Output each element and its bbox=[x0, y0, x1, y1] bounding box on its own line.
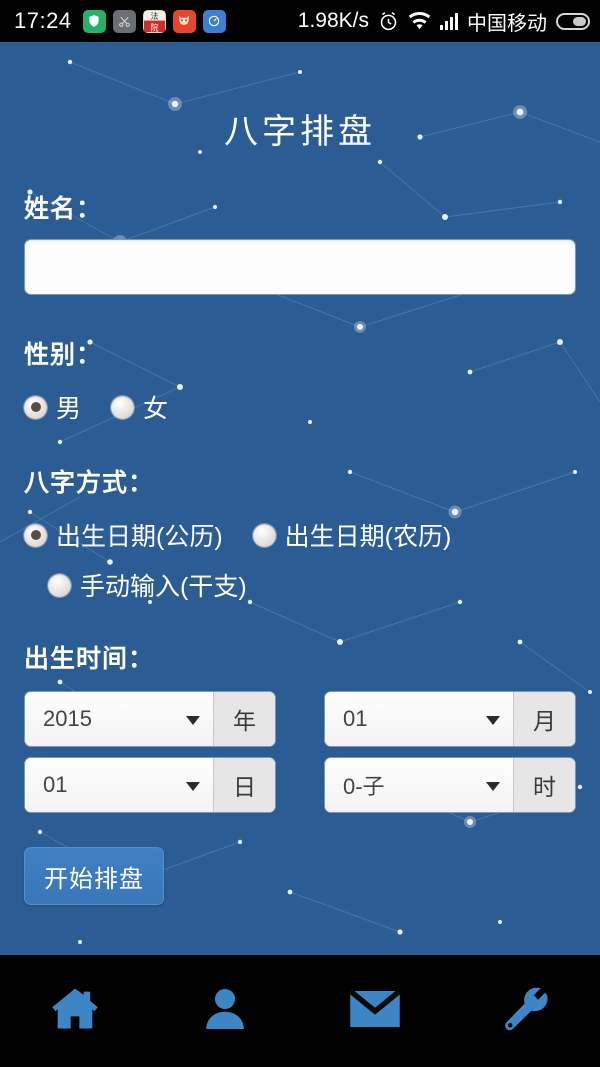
status-right-cluster: 1.98K/s 中国移动 bbox=[298, 7, 590, 36]
gender-option-male[interactable]: 男 bbox=[24, 389, 81, 425]
gender-radio-group: 男 女 bbox=[24, 389, 576, 425]
status-bar: 17:24 法院 1.98K/s 中国移动 bbox=[0, 0, 600, 42]
radio-dot-icon[interactable] bbox=[48, 573, 71, 597]
person-icon[interactable] bbox=[201, 985, 249, 1038]
mode-option-solar[interactable]: 出生日期(公历) bbox=[24, 517, 223, 553]
mode-option-manual-label: 手动输入(干支) bbox=[80, 573, 247, 601]
page-title: 八字排盘 bbox=[224, 113, 376, 151]
chevron-down-icon[interactable] bbox=[186, 782, 200, 791]
hour-select-wrap[interactable]: 0-子 时 bbox=[324, 757, 576, 813]
month-suffix: 月 bbox=[513, 692, 575, 746]
name-label: 姓名： bbox=[24, 195, 103, 223]
shield-app-icon bbox=[82, 9, 106, 33]
day-select-wrap[interactable]: 01 日 bbox=[24, 757, 276, 813]
nav-messages[interactable] bbox=[300, 955, 450, 1067]
hour-suffix: 时 bbox=[513, 758, 575, 812]
svg-text:院: 院 bbox=[150, 22, 158, 32]
day-select-value: 01 bbox=[43, 772, 68, 797]
radio-dot-icon[interactable] bbox=[24, 523, 47, 547]
radio-dot-icon[interactable] bbox=[252, 523, 276, 547]
hour-select-value: 0-子 bbox=[343, 774, 385, 799]
mode-radio-group-row2: 手动输入(干支) bbox=[24, 567, 576, 603]
main-screen: 八字排盘 姓名： 性别： 男 女 八字方式： 出生日期(公历) 出生日期(农历)… bbox=[0, 42, 600, 955]
year-select[interactable]: 2015 bbox=[25, 692, 213, 746]
gender-option-female-label: 女 bbox=[143, 395, 169, 423]
cellular-signal-icon bbox=[440, 12, 458, 30]
birth-time-selects: 2015 年 01 月 01 日 0-子 时 bbox=[24, 691, 576, 813]
compass-app-icon bbox=[202, 9, 226, 33]
chevron-down-icon[interactable] bbox=[186, 716, 200, 725]
app-root: 17:24 法院 1.98K/s 中国移动 八字排盘 姓名： 性别： 男 女 八… bbox=[0, 0, 600, 1067]
red-text-app-icon: 法院 bbox=[142, 9, 166, 33]
svg-text:法: 法 bbox=[150, 11, 158, 21]
mode-label: 八字方式： bbox=[24, 469, 155, 497]
home-icon[interactable] bbox=[49, 983, 101, 1040]
network-speed: 1.98K/s bbox=[297, 9, 369, 32]
wifi-icon bbox=[408, 11, 431, 31]
form-content: 八字排盘 姓名： 性别： 男 女 八字方式： 出生日期(公历) 出生日期(农历)… bbox=[0, 42, 600, 955]
wrench-icon[interactable] bbox=[500, 984, 550, 1039]
envelope-icon[interactable] bbox=[348, 982, 402, 1041]
hour-select[interactable]: 0-子 bbox=[325, 758, 513, 812]
mode-option-manual[interactable]: 手动输入(干支) bbox=[48, 567, 247, 603]
year-select-wrap[interactable]: 2015 年 bbox=[24, 691, 276, 747]
radio-dot-icon[interactable] bbox=[111, 395, 135, 419]
name-input[interactable] bbox=[24, 239, 576, 295]
mode-radio-group-row1: 出生日期(公历) 出生日期(农历) bbox=[24, 517, 576, 553]
day-select[interactable]: 01 bbox=[25, 758, 213, 812]
chevron-down-icon[interactable] bbox=[486, 782, 500, 791]
nav-home[interactable] bbox=[0, 955, 150, 1067]
month-select-value: 01 bbox=[343, 706, 368, 731]
bottom-navigation-bar bbox=[0, 955, 600, 1067]
gender-label: 性别： bbox=[24, 341, 103, 369]
radio-dot-icon[interactable] bbox=[24, 395, 47, 419]
scissors-app-icon bbox=[112, 9, 136, 33]
year-select-value: 2015 bbox=[43, 706, 92, 731]
day-suffix: 日 bbox=[213, 758, 275, 812]
birth-time-label: 出生时间： bbox=[24, 645, 155, 673]
nav-profile[interactable] bbox=[150, 955, 300, 1067]
start-paipan-button[interactable]: 开始排盘 bbox=[24, 847, 164, 905]
year-suffix: 年 bbox=[213, 692, 275, 746]
alarm-clock-icon bbox=[378, 11, 399, 32]
month-select[interactable]: 01 bbox=[325, 692, 513, 746]
gender-option-male-label: 男 bbox=[56, 395, 82, 423]
battery-icon bbox=[556, 12, 590, 30]
mode-option-lunar[interactable]: 出生日期(农历) bbox=[252, 517, 452, 553]
fox-app-icon bbox=[172, 9, 196, 33]
chevron-down-icon[interactable] bbox=[486, 716, 500, 725]
mode-option-lunar-label: 出生日期(农历) bbox=[284, 523, 452, 551]
month-select-wrap[interactable]: 01 月 bbox=[324, 691, 576, 747]
gender-option-female[interactable]: 女 bbox=[111, 389, 168, 425]
carrier-name: 中国移动 bbox=[467, 12, 547, 35]
nav-tools[interactable] bbox=[450, 955, 600, 1067]
mode-option-solar-label: 出生日期(公历) bbox=[56, 523, 223, 551]
status-notification-icons: 法院 bbox=[82, 9, 226, 33]
status-time: 17:24 bbox=[14, 8, 72, 33]
